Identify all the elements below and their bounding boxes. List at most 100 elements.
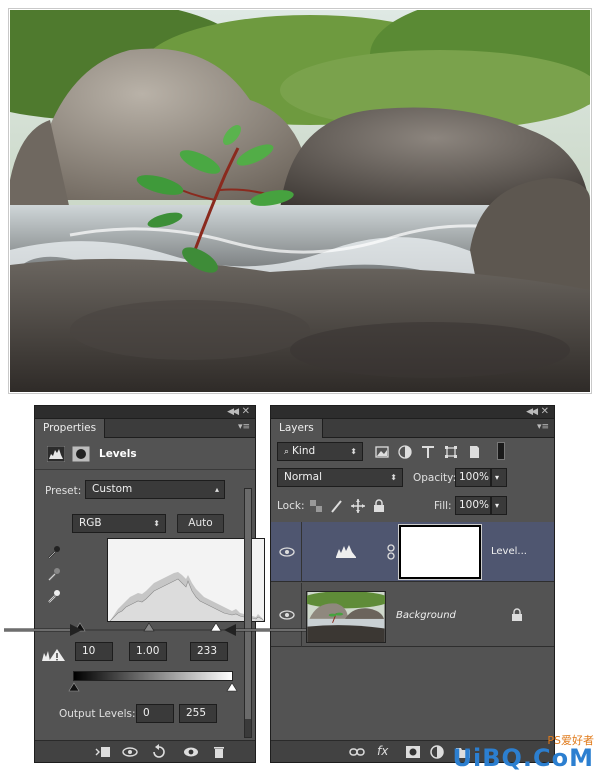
lock-label: Lock:: [277, 500, 305, 512]
new-adjustment-layer-icon[interactable]: [429, 744, 445, 760]
updown-arrow-icon: ⬍: [390, 473, 397, 482]
adjustment-layer-filter-icon[interactable]: [398, 445, 412, 459]
lock-all-icon[interactable]: [372, 499, 386, 513]
input-white-slider-handle[interactable]: [210, 622, 222, 632]
levels-adjustment-icon: [47, 446, 65, 462]
filter-toggle-switch[interactable]: [497, 442, 505, 460]
properties-scrollbar[interactable]: [244, 488, 252, 738]
gray-point-eyedropper-icon[interactable]: [47, 566, 61, 582]
lock-transparent-pixels-icon[interactable]: [309, 499, 323, 513]
levels-header: Levels: [35, 440, 255, 470]
site-watermark: UiBQ.CoM PS爱好者: [452, 734, 594, 772]
tab-properties[interactable]: Properties: [35, 419, 106, 438]
fill-dropdown[interactable]: ▾: [491, 496, 507, 515]
properties-tabbar: Properties ▾≡: [35, 419, 255, 438]
panel-titlebar: ◀◀ ✕: [35, 406, 255, 419]
row-divider: [301, 522, 302, 582]
smart-object-filter-icon[interactable]: [467, 445, 481, 459]
reset-adjustment-icon[interactable]: [151, 744, 167, 760]
toggle-visibility-icon[interactable]: [183, 744, 199, 760]
type-layer-filter-icon[interactable]: [421, 445, 435, 459]
watermark-cn: PS爱好者: [547, 734, 594, 747]
levels-adjustment-icon: [336, 545, 356, 558]
output-levels-label: Output Levels:: [59, 708, 136, 720]
tab-layers[interactable]: Layers: [271, 419, 323, 438]
panel-menu-icon[interactable]: ▾≡: [537, 422, 549, 432]
chevron-down-icon: ▾: [495, 473, 500, 482]
chain-link-icon[interactable]: [385, 544, 397, 560]
view-previous-state-icon[interactable]: [122, 744, 138, 760]
adjustment-title: Levels: [99, 448, 137, 460]
close-icon[interactable]: ✕: [242, 406, 250, 418]
clip-to-layer-icon[interactable]: [95, 744, 111, 760]
layer-mask-icon[interactable]: [72, 446, 90, 462]
lock-position-icon[interactable]: [351, 499, 365, 513]
opacity-dropdown[interactable]: ▾: [491, 468, 507, 487]
close-icon[interactable]: ✕: [541, 406, 549, 418]
layers-panel: ◀◀ ✕ Layers ▾≡ ⌕ Kind ⬍ Normal ⬍ Opacity:…: [270, 405, 555, 763]
properties-panel: ◀◀ ✕ Properties ▾≡ Levels Preset: Custom…: [34, 405, 265, 763]
auto-button[interactable]: Auto: [177, 514, 224, 533]
link-layers-icon[interactable]: [349, 744, 365, 760]
channel-value: RGB: [79, 517, 102, 529]
input-black-field[interactable]: 10: [75, 642, 113, 661]
levels-histogram: [107, 538, 265, 622]
input-white-field[interactable]: 233: [190, 642, 228, 661]
white-point-eyedropper-icon[interactable]: [47, 588, 61, 604]
add-mask-icon[interactable]: [405, 744, 421, 760]
input-gamma-slider-handle[interactable]: [143, 622, 155, 632]
shape-layer-filter-icon[interactable]: [444, 445, 458, 459]
stream-photo: [10, 10, 590, 392]
row-divider: [301, 583, 302, 647]
preset-label: Preset:: [45, 485, 82, 497]
output-gradient-bar: [73, 671, 233, 681]
opacity-field[interactable]: 100%: [455, 468, 491, 487]
search-icon: ⌕: [284, 447, 290, 457]
updown-arrow-icon: ⬍: [350, 447, 357, 456]
output-white-slider-handle[interactable]: [226, 682, 238, 692]
layer-name[interactable]: Background: [396, 610, 456, 621]
opacity-label: Opacity:: [413, 472, 457, 484]
layer-style-fx-icon[interactable]: fx: [377, 744, 388, 758]
lock-icon: [512, 608, 522, 621]
layer-mask-thumbnail[interactable]: [398, 524, 482, 580]
arrow-pointer-left: [4, 624, 82, 636]
fill-label: Fill:: [434, 500, 452, 512]
fill-field[interactable]: 100%: [455, 496, 491, 515]
eye-icon[interactable]: [279, 546, 295, 558]
scrollbar-thumb[interactable]: [245, 489, 251, 719]
blend-mode-value: Normal: [284, 471, 322, 483]
properties-bottombar: [35, 740, 255, 762]
updown-arrow-icon: ▴: [214, 485, 219, 494]
arrow-pointer-right: [224, 624, 306, 636]
layer-filter-select[interactable]: ⌕ Kind ⬍: [277, 442, 363, 461]
pixel-layer-filter-icon[interactable]: [375, 445, 389, 459]
layer-row-levels[interactable]: Level...: [271, 522, 554, 582]
clipping-warning-icon[interactable]: [41, 647, 67, 663]
black-point-eyedropper-icon[interactable]: [47, 544, 61, 560]
preset-select[interactable]: Custom ▴: [85, 480, 225, 499]
layer-name[interactable]: Level...: [491, 546, 527, 557]
layers-tabbar: Layers ▾≡: [271, 419, 554, 438]
blend-mode-select[interactable]: Normal ⬍: [277, 468, 403, 487]
input-gamma-field[interactable]: 1.00: [129, 642, 167, 661]
output-black-slider-handle[interactable]: [68, 682, 80, 692]
panel-menu-icon[interactable]: ▾≡: [238, 422, 250, 432]
lock-image-pixels-icon[interactable]: [330, 499, 344, 513]
double-chevron-icon[interactable]: ◀◀: [526, 406, 538, 418]
output-black-field[interactable]: 0: [136, 704, 174, 723]
eye-icon[interactable]: [279, 609, 295, 621]
filter-kind-value: Kind: [292, 445, 316, 457]
updown-arrow-icon: ⬍: [153, 519, 160, 528]
watermark-text: UiBQ.CoM: [452, 744, 594, 772]
chevron-down-icon: ▾: [495, 501, 500, 510]
output-white-field[interactable]: 255: [179, 704, 217, 723]
preset-value: Custom: [92, 483, 133, 495]
trash-icon[interactable]: [211, 744, 227, 760]
background-thumbnail[interactable]: [306, 591, 386, 643]
photo-frame: [8, 8, 592, 394]
double-chevron-icon[interactable]: ◀◀: [227, 406, 239, 418]
channel-select[interactable]: RGB ⬍: [72, 514, 166, 533]
panel-titlebar: ◀◀ ✕: [271, 406, 554, 419]
layer-row-background[interactable]: Background: [271, 583, 554, 647]
